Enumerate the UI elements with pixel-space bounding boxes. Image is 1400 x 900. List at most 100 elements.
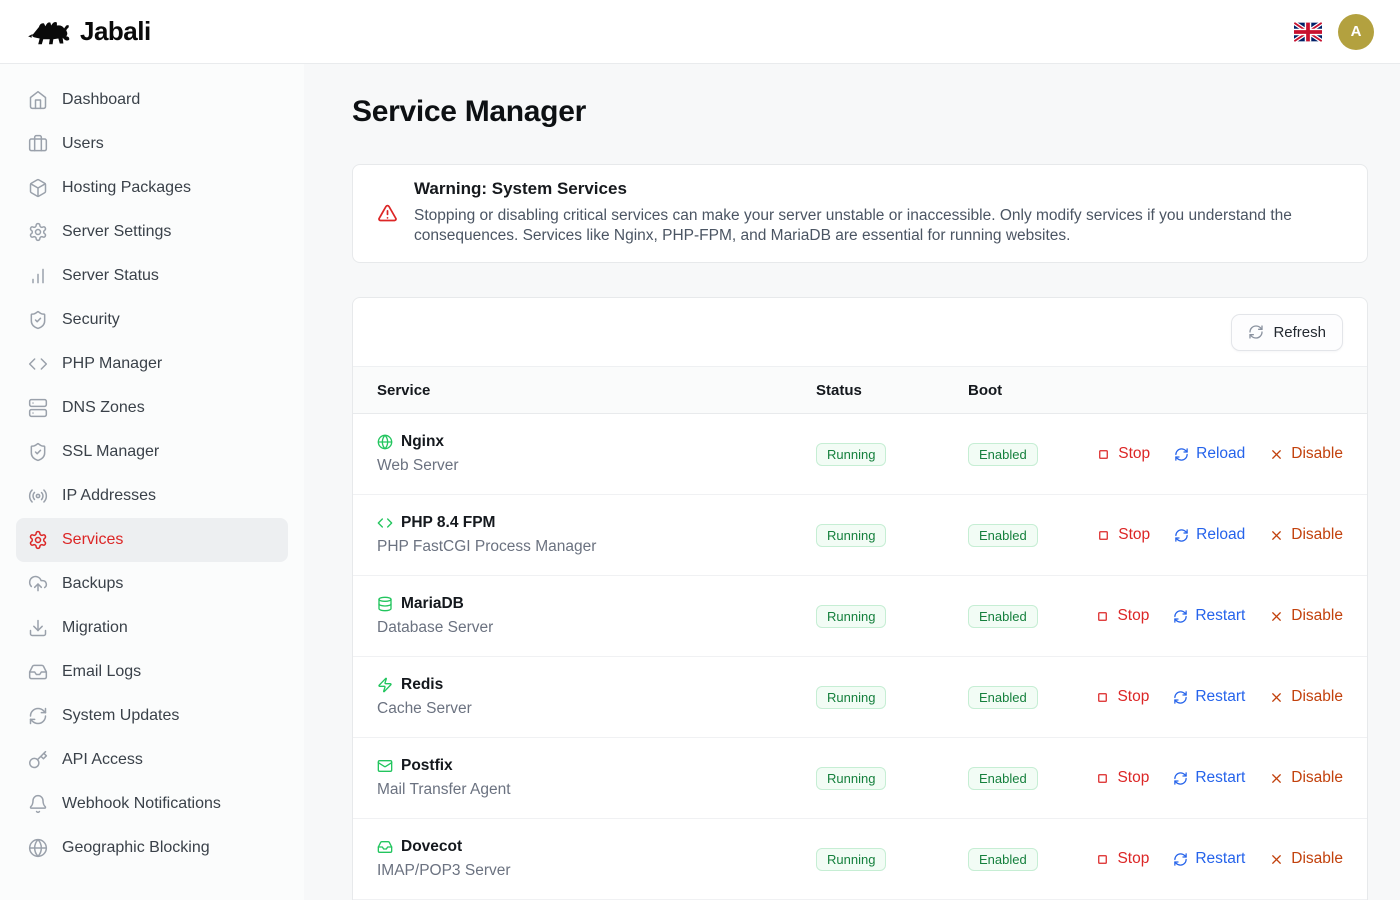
brand[interactable]: Jabali [26, 15, 151, 49]
status-badge: Running [816, 686, 886, 709]
service-name: PHP 8.4 FPM [401, 514, 495, 532]
gear-icon [28, 222, 48, 242]
service-description: Web Server [377, 457, 816, 475]
stop-button[interactable]: Stop [1096, 526, 1150, 544]
service-row-postfix: PostfixMail Transfer AgentRunningEnabled… [353, 738, 1367, 819]
sidebar-item-api-access[interactable]: API Access [16, 738, 288, 782]
service-name: Dovecot [401, 838, 462, 856]
column-header-status: Status [816, 382, 968, 399]
restart-button[interactable]: Restart [1173, 688, 1245, 706]
code-icon [28, 354, 48, 374]
table-header: Service Status Boot [353, 366, 1367, 414]
gear-icon [28, 530, 48, 550]
restart-button[interactable]: Restart [1173, 769, 1245, 787]
disable-button[interactable]: Disable [1269, 688, 1343, 706]
warning-title: Warning: System Services [414, 179, 1343, 199]
status-badge: Running [816, 605, 886, 628]
sidebar-item-system-updates[interactable]: System Updates [16, 694, 288, 738]
service-description: IMAP/POP3 Server [377, 862, 816, 880]
stop-button[interactable]: Stop [1095, 850, 1149, 868]
zap-icon [377, 677, 393, 693]
shield-check-icon [28, 310, 48, 330]
service-cell: MariaDBDatabase Server [377, 595, 816, 637]
home-icon [28, 90, 48, 110]
restart-button[interactable]: Restart [1173, 607, 1245, 625]
globe-icon [28, 838, 48, 858]
reload-button[interactable]: Reload [1174, 445, 1245, 463]
sidebar-item-migration[interactable]: Migration [16, 606, 288, 650]
x-icon [1269, 690, 1284, 705]
reload-button[interactable]: Reload [1174, 526, 1245, 544]
refresh-icon [1173, 690, 1188, 705]
row-actions: Stop Restart Disable [1095, 769, 1343, 787]
x-icon [1269, 609, 1284, 624]
service-description: Cache Server [377, 700, 816, 718]
x-icon [1269, 447, 1284, 462]
sidebar-item-dns-zones[interactable]: DNS Zones [16, 386, 288, 430]
bar-chart-icon [28, 266, 48, 286]
language-button[interactable] [1294, 22, 1322, 42]
sidebar-item-services[interactable]: Services [16, 518, 288, 562]
column-header-service: Service [377, 382, 816, 399]
uk-flag-icon [1294, 22, 1322, 42]
stop-button[interactable]: Stop [1095, 607, 1149, 625]
avatar[interactable]: A [1338, 14, 1374, 50]
service-row-php-8-4-fpm: PHP 8.4 FPM PHP FastCGI Process ManagerRu… [353, 495, 1367, 576]
warning-card: Warning: System Services Stopping or dis… [352, 164, 1368, 263]
sidebar-item-server-status[interactable]: Server Status [16, 254, 288, 298]
code-icon [377, 515, 393, 531]
sidebar-item-webhook-notifications[interactable]: Webhook Notifications [16, 782, 288, 826]
stop-square-icon [1096, 447, 1111, 462]
boot-badge: Enabled [968, 605, 1038, 628]
sidebar-item-php-manager[interactable]: PHP Manager [16, 342, 288, 386]
service-description: Database Server [377, 619, 816, 637]
database-icon [377, 596, 393, 612]
status-badge: Running [816, 767, 886, 790]
sidebar-item-backups[interactable]: Backups [16, 562, 288, 606]
stop-button[interactable]: Stop [1095, 688, 1149, 706]
sidebar-item-geographic-blocking[interactable]: Geographic Blocking [16, 826, 288, 870]
service-name: Postfix [401, 757, 453, 775]
service-row-dovecot: DovecotIMAP/POP3 ServerRunningEnabledSto… [353, 819, 1367, 900]
row-actions: Stop Reload Disable [1096, 526, 1343, 544]
stop-button[interactable]: Stop [1096, 445, 1150, 463]
refresh-button[interactable]: Refresh [1231, 314, 1343, 351]
disable-button[interactable]: Disable [1269, 850, 1343, 868]
disable-button[interactable]: Disable [1269, 526, 1343, 544]
warning-body: Stopping or disabling critical services … [414, 206, 1343, 246]
status-badge: Running [816, 524, 886, 547]
service-description: PHP FastCGI Process Manager [377, 538, 816, 556]
sidebar-item-ip-addresses[interactable]: IP Addresses [16, 474, 288, 518]
radio-waves-icon [28, 486, 48, 506]
sidebar-item-security[interactable]: Security [16, 298, 288, 342]
briefcase-icon [28, 134, 48, 154]
sidebar-item-dashboard[interactable]: Dashboard [16, 78, 288, 122]
sidebar-item-server-settings[interactable]: Server Settings [16, 210, 288, 254]
disable-button[interactable]: Disable [1269, 769, 1343, 787]
stop-square-icon [1096, 528, 1111, 543]
restart-button[interactable]: Restart [1173, 850, 1245, 868]
boar-logo-icon [26, 15, 72, 49]
stop-button[interactable]: Stop [1095, 769, 1149, 787]
stop-square-icon [1095, 771, 1110, 786]
x-icon [1269, 852, 1284, 867]
disable-button[interactable]: Disable [1269, 445, 1343, 463]
stop-square-icon [1095, 609, 1110, 624]
row-actions: Stop Restart Disable [1095, 850, 1343, 868]
service-cell: RedisCache Server [377, 676, 816, 718]
inbox-icon [28, 662, 48, 682]
disable-button[interactable]: Disable [1269, 607, 1343, 625]
mail-icon [377, 758, 393, 774]
sidebar-item-users[interactable]: Users [16, 122, 288, 166]
sidebar-item-email-logs[interactable]: Email Logs [16, 650, 288, 694]
row-actions: Stop Restart Disable [1095, 688, 1343, 706]
cloud-upload-icon [28, 574, 48, 594]
sidebar-item-ssl-manager[interactable]: SSL Manager [16, 430, 288, 474]
boot-badge: Enabled [968, 686, 1038, 709]
shield-check-icon [28, 442, 48, 462]
brand-name: Jabali [80, 16, 151, 47]
app-header: Jabali A [0, 0, 1400, 64]
service-table-body: NginxWeb ServerRunningEnabledStopReloadD… [353, 414, 1367, 900]
stop-square-icon [1095, 852, 1110, 867]
sidebar-item-hosting-packages[interactable]: Hosting Packages [16, 166, 288, 210]
